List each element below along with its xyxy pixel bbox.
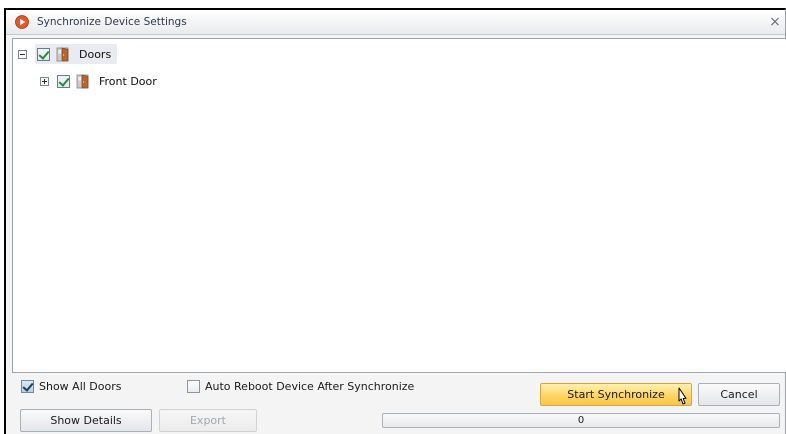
- tree-node-label: Front Door: [99, 74, 157, 88]
- doors-checkbox[interactable]: [37, 47, 50, 61]
- door-icon: [56, 47, 69, 62]
- start-synchronize-button[interactable]: Start Synchronize: [540, 383, 692, 406]
- app-icon: [15, 15, 29, 29]
- cancel-button[interactable]: Cancel: [698, 383, 780, 406]
- show-all-doors-option[interactable]: Show All Doors: [21, 378, 122, 394]
- export-button[interactable]: Export: [159, 409, 257, 432]
- auto-reboot-option[interactable]: Auto Reboot Device After Synchronize: [187, 378, 414, 394]
- door-icon: [76, 74, 89, 89]
- auto-reboot-label: Auto Reboot Device After Synchronize: [205, 379, 415, 393]
- show-all-doors-label: Show All Doors: [39, 379, 122, 393]
- dialog-footer: Show All Doors Auto Reboot Device After …: [6, 376, 785, 434]
- tree-node-doors[interactable]: Doors: [18, 44, 118, 64]
- tree-node-front-door[interactable]: Front Door: [40, 71, 157, 91]
- expand-icon[interactable]: [40, 76, 49, 86]
- sync-dialog-window: Synchronize Device Settings × Doors Fron…: [4, 8, 786, 434]
- tree-node-doors-content[interactable]: Doors: [35, 44, 118, 64]
- collapse-icon[interactable]: [18, 49, 27, 59]
- front-door-checkbox[interactable]: [57, 74, 70, 88]
- progress-value: 0: [577, 415, 585, 426]
- title-bar[interactable]: Synchronize Device Settings ×: [6, 10, 785, 35]
- auto-reboot-checkbox[interactable]: [187, 379, 200, 393]
- show-all-doors-checkbox[interactable]: [21, 379, 34, 393]
- sync-progress-bar: 0: [382, 413, 780, 428]
- window-title: Synchronize Device Settings: [37, 16, 187, 28]
- close-icon[interactable]: ×: [767, 14, 783, 30]
- door-tree: Doors Front Door: [12, 38, 786, 373]
- show-details-button[interactable]: Show Details: [20, 409, 152, 432]
- tree-node-label: Doors: [79, 47, 112, 61]
